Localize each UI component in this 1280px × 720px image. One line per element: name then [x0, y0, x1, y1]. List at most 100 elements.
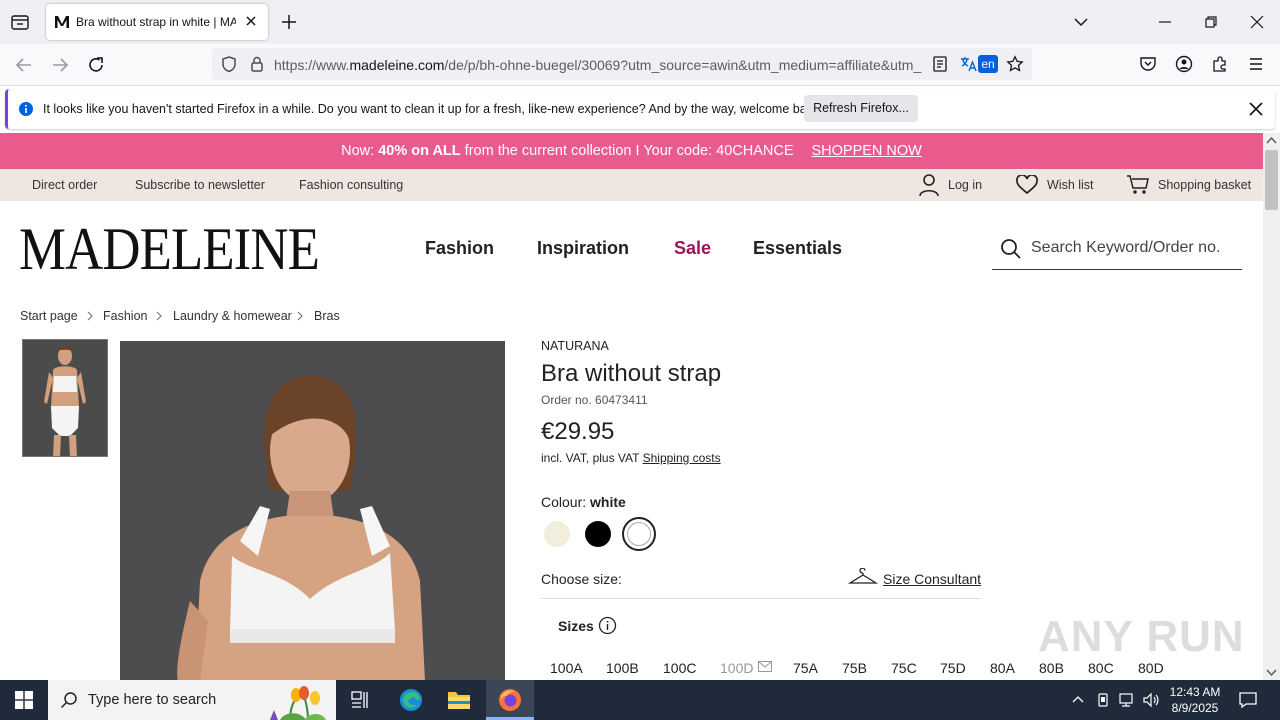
browser-tab-active[interactable]: Bra without strap in white | MADELEINE — [46, 4, 268, 40]
size-option[interactable]: 80D — [1138, 660, 1164, 676]
search-placeholder: Search Keyword/Order no. — [1031, 239, 1221, 256]
breadcrumb-laundry[interactable]: Laundry & homewear — [173, 309, 292, 323]
size-option[interactable]: 100C — [663, 660, 696, 676]
size-option[interactable]: 80C — [1088, 660, 1114, 676]
system-clock[interactable]: 12:43 AM 8/9/2025 — [1165, 684, 1225, 716]
task-view-icon[interactable] — [350, 690, 370, 710]
tray-chevron-up-icon[interactable] — [1071, 693, 1085, 707]
scroll-up-arrow-icon[interactable] — [1266, 136, 1277, 145]
product-main-image[interactable] — [120, 341, 505, 681]
minimize-icon[interactable] — [1157, 14, 1173, 30]
taskbar-search-box[interactable]: Type here to search — [48, 680, 336, 720]
heart-icon[interactable] — [1015, 175, 1039, 195]
promo-code-text: from the current collection I Your code:… — [460, 143, 794, 159]
product-thumbnail[interactable] — [22, 339, 108, 457]
size-option[interactable]: 75A — [793, 660, 818, 676]
notification-center-icon[interactable] — [1238, 690, 1258, 710]
size-consultant-link[interactable]: Size Consultant — [883, 571, 981, 587]
hanger-icon[interactable] — [848, 568, 878, 586]
restore-icon[interactable] — [1203, 14, 1219, 30]
new-tab-icon[interactable] — [280, 13, 298, 31]
size-option[interactable]: 75B — [842, 660, 867, 676]
forward-icon[interactable] — [50, 55, 70, 75]
reload-icon[interactable] — [86, 55, 106, 75]
refresh-firefox-button[interactable]: Refresh Firefox... — [804, 95, 918, 122]
network-icon[interactable] — [1118, 692, 1136, 708]
login-link[interactable]: Log in — [948, 178, 982, 192]
nav-fashion[interactable]: Fashion — [425, 238, 494, 259]
shopping-cart-icon[interactable] — [1126, 174, 1150, 196]
back-icon[interactable] — [14, 55, 34, 75]
notify-envelope-icon[interactable] — [758, 661, 772, 672]
nav-essentials[interactable]: Essentials — [753, 238, 842, 259]
shipping-costs-link[interactable]: Shipping costs — [643, 451, 721, 465]
colour-label: Colour: white — [541, 494, 626, 510]
bookmark-star-icon[interactable] — [1006, 55, 1024, 73]
page-scrollbar[interactable] — [1263, 133, 1280, 680]
account-icon[interactable] — [1175, 55, 1193, 73]
close-notification-icon[interactable] — [1248, 101, 1264, 117]
url-bar[interactable]: https://www.madeleine.com/de/p/bh-ohne-b… — [212, 48, 1032, 80]
info-icon — [18, 101, 34, 117]
edge-browser-icon[interactable] — [399, 688, 423, 712]
vat-info: incl. VAT, plus VAT Shipping costs — [541, 451, 721, 465]
scrollbar-thumb[interactable] — [1265, 150, 1278, 210]
search-icon[interactable] — [1000, 238, 1022, 260]
firefox-icon[interactable] — [498, 688, 522, 712]
size-divider — [541, 598, 981, 599]
reader-view-icon[interactable] — [932, 56, 948, 72]
shopping-basket-link[interactable]: Shopping basket — [1158, 178, 1251, 192]
swatch-cream[interactable] — [544, 521, 570, 547]
sizes-info-icon[interactable] — [598, 616, 617, 635]
site-search-input[interactable]: Search Keyword/Order no. — [992, 228, 1242, 270]
size-option[interactable]: 80A — [990, 660, 1015, 676]
breadcrumb-bras[interactable]: Bras — [314, 309, 340, 323]
product-brand[interactable]: NATURANA — [541, 339, 609, 353]
promo-shop-link[interactable]: SHOPPEN NOW — [812, 143, 922, 159]
wishlist-link[interactable]: Wish list — [1047, 178, 1094, 192]
nav-inspiration[interactable]: Inspiration — [537, 238, 629, 259]
breadcrumb-start-page[interactable]: Start page — [20, 309, 78, 323]
product-title: Bra without strap — [541, 360, 722, 387]
lock-icon[interactable] — [248, 55, 266, 73]
user-icon[interactable] — [918, 173, 940, 197]
firefox-notification-bar: It looks like you haven't started Firefo… — [0, 86, 1280, 132]
nav-sale[interactable]: Sale — [674, 238, 711, 259]
size-option[interactable]: 75D — [940, 660, 966, 676]
search-highlight-flowers-icon — [260, 682, 334, 720]
windows-start-icon[interactable] — [15, 691, 33, 709]
hamburger-menu-icon[interactable] — [1247, 55, 1265, 73]
anyrun-watermark: ANY RUN — [1038, 612, 1245, 661]
extensions-icon[interactable] — [1211, 55, 1229, 73]
translate-language-badge[interactable]: en — [978, 55, 998, 73]
taskbar-search-placeholder: Type here to search — [88, 692, 217, 708]
fashion-consulting-link[interactable]: Fashion consulting — [299, 178, 403, 192]
size-option[interactable]: 80B — [1039, 660, 1064, 676]
device-icon[interactable] — [1096, 692, 1110, 708]
list-all-tabs-chevron-icon[interactable] — [1073, 14, 1089, 30]
file-explorer-icon[interactable] — [447, 689, 471, 711]
size-option[interactable]: 100A — [550, 660, 583, 676]
scroll-down-arrow-icon[interactable] — [1266, 668, 1277, 677]
breadcrumb-chevron-icon — [155, 309, 163, 323]
size-option[interactable]: 100B — [606, 660, 639, 676]
close-tab-icon[interactable] — [244, 14, 258, 28]
volume-icon[interactable] — [1142, 692, 1160, 708]
translate-icon[interactable] — [960, 55, 978, 73]
url-text[interactable]: https://www.madeleine.com/de/p/bh-ohne-b… — [274, 57, 924, 73]
site-logo[interactable]: MADELEINE — [19, 218, 320, 280]
tab-list-icon[interactable] — [10, 12, 30, 32]
size-option[interactable]: 75C — [891, 660, 917, 676]
size-option-unavailable[interactable]: 100D — [720, 660, 753, 676]
tracking-shield-icon[interactable] — [220, 55, 238, 73]
pocket-icon[interactable] — [1139, 55, 1157, 73]
breadcrumb-chevron-icon — [296, 309, 304, 323]
newsletter-link[interactable]: Subscribe to newsletter — [135, 178, 265, 192]
madeleine-favicon-icon — [54, 14, 70, 30]
close-window-icon[interactable] — [1249, 14, 1265, 30]
direct-order-link[interactable]: Direct order — [32, 178, 97, 192]
swatch-black[interactable] — [585, 521, 611, 547]
promo-banner: Now: 40% on ALL from the current collect… — [0, 133, 1263, 169]
swatch-white-selected[interactable] — [622, 517, 656, 551]
breadcrumb-fashion[interactable]: Fashion — [103, 309, 147, 323]
